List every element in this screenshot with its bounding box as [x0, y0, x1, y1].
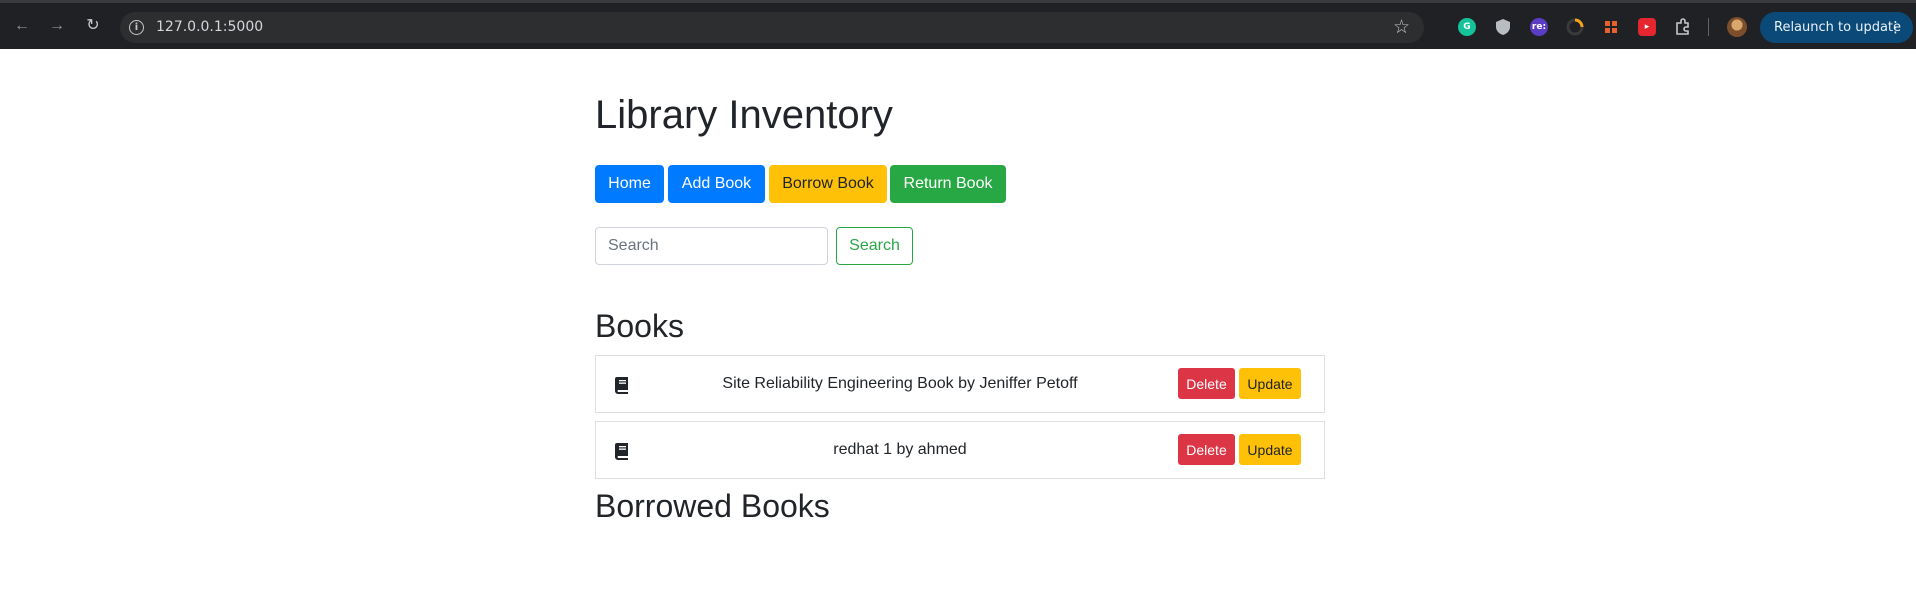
return-book-button[interactable]: Return Book [890, 165, 1006, 203]
forward-icon[interactable]: → [46, 15, 68, 37]
borrow-book-button[interactable]: Borrow Book [769, 165, 887, 203]
book-title: Site Reliability Engineering Book by Jen… [722, 375, 1078, 392]
more-menu-icon[interactable]: ⋮ [1888, 18, 1903, 36]
relaunch-button[interactable]: Relaunch to update ⋮ [1760, 12, 1913, 43]
browser-toolbar: ← → ↻ i 127.0.0.1:5000 ☆ G re: ▸ Relaunc… [0, 0, 1916, 49]
address-bar[interactable]: i 127.0.0.1:5000 ☆ [120, 12, 1424, 43]
search-input[interactable] [595, 227, 828, 265]
toolbar-separator [1708, 18, 1709, 36]
back-icon[interactable]: ← [11, 15, 33, 37]
reload-icon[interactable]: ↻ [82, 15, 104, 37]
update-book-button[interactable]: Update [1239, 368, 1301, 399]
relaunch-label: Relaunch to update [1774, 20, 1902, 35]
re-extension-icon[interactable]: re: [1530, 18, 1548, 36]
book-title: redhat 1 by ahmed [833, 441, 967, 458]
book-icon [615, 377, 628, 394]
home-button[interactable]: Home [595, 165, 664, 203]
puzzle-icon[interactable] [1674, 18, 1692, 36]
delete-book-button[interactable]: Delete [1178, 368, 1235, 399]
bookmark-star-icon[interactable]: ☆ [1393, 16, 1410, 39]
red-extension-icon[interactable]: ▸ [1638, 18, 1656, 36]
books-heading: Books [595, 308, 684, 344]
shield-extension-icon[interactable] [1494, 18, 1512, 36]
update-book-button[interactable]: Update [1239, 434, 1301, 465]
re-extension-label: re: [1531, 22, 1547, 32]
borrowed-books-heading: Borrowed Books [595, 488, 830, 524]
book-list-item: Site Reliability Engineering Book by Jen… [595, 355, 1325, 413]
page-title: Library Inventory [595, 93, 893, 137]
search-button[interactable]: Search [836, 227, 913, 265]
grid-extension-icon[interactable] [1602, 18, 1620, 36]
loader-extension-icon[interactable] [1566, 18, 1584, 36]
site-info-icon[interactable]: i [129, 20, 144, 35]
add-book-button[interactable]: Add Book [668, 165, 765, 203]
book-icon [615, 443, 628, 460]
book-list-item: redhat 1 by ahmed Delete Update [595, 421, 1325, 479]
delete-book-button[interactable]: Delete [1178, 434, 1235, 465]
grammarly-icon[interactable]: G [1458, 18, 1476, 36]
address-url[interactable]: 127.0.0.1:5000 [156, 19, 263, 35]
profile-avatar[interactable] [1727, 17, 1747, 37]
